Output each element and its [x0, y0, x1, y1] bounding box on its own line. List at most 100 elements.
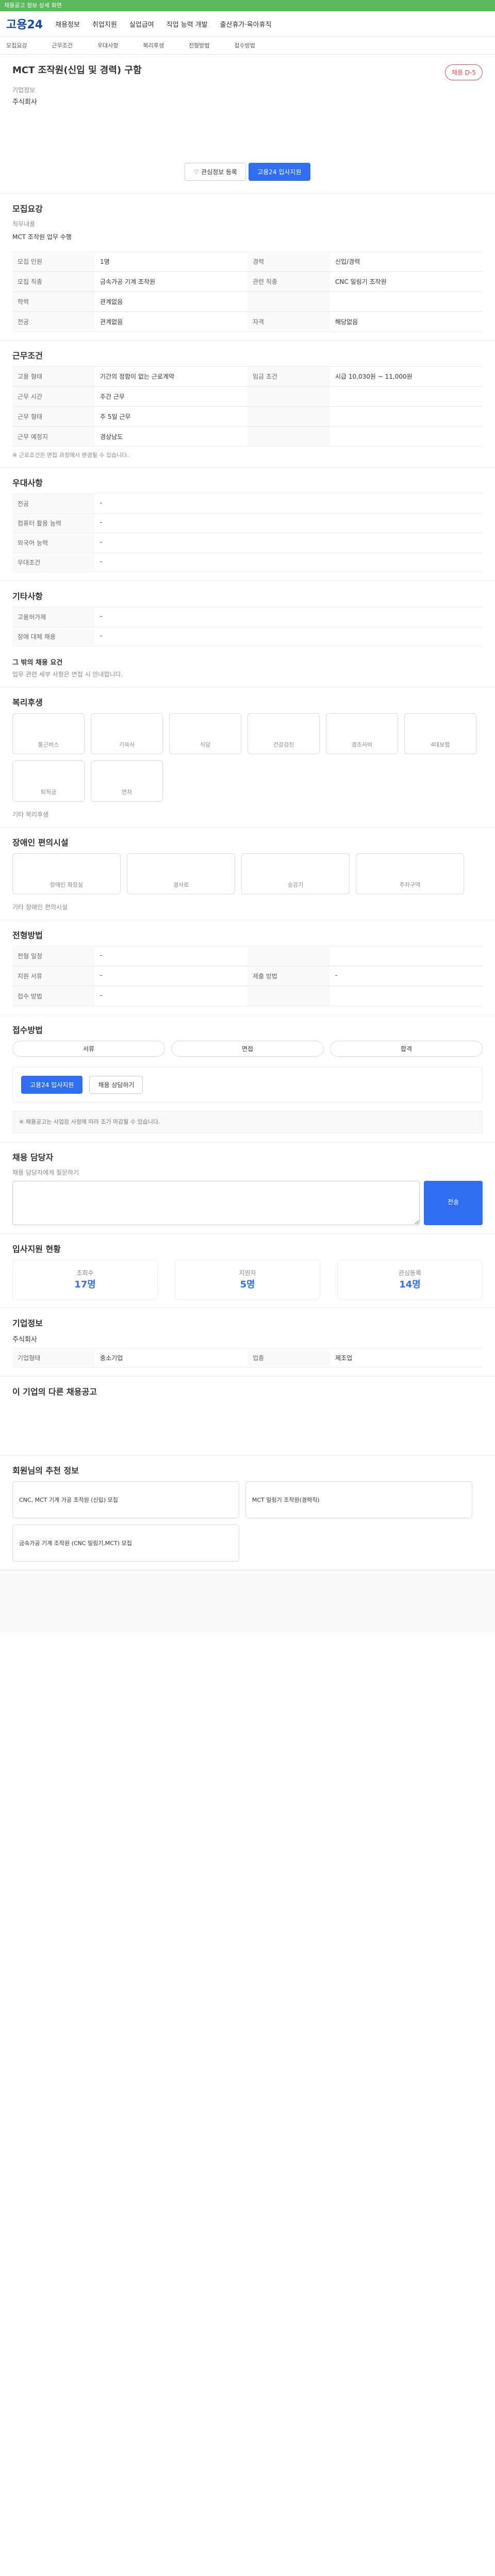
- recruit-value: 금속가공 기계 조작원: [95, 272, 248, 292]
- subnav-item-2[interactable]: 우대사항: [97, 41, 118, 49]
- job-title: MCT 조작원(신입 및 경력) 구함: [12, 65, 142, 76]
- etc-value: -: [95, 627, 483, 647]
- nav-item-0[interactable]: 채용정보: [55, 19, 80, 29]
- apply-button[interactable]: 고용24 입사지원: [21, 1076, 83, 1094]
- conditions-row-3: 근무 예정지 경상남도: [12, 427, 483, 447]
- welfare-other: 기타 복리후생: [12, 811, 49, 818]
- stat-label: 지원자: [239, 1269, 256, 1277]
- condition-value: 경상남도: [95, 427, 248, 447]
- etc-value: -: [95, 607, 483, 627]
- sub-nav: 모집요강 근무조건 우대사항 복리후생 전형방법 접수방법: [0, 37, 495, 55]
- subnav-item-1[interactable]: 근무조건: [52, 41, 72, 49]
- top-banner: 채용공고 정보 상세 화면: [0, 0, 495, 11]
- subnav-item-3[interactable]: 복리후생: [143, 41, 163, 49]
- company-section: 기업정보 주식회사 기업형태 중소기업 업종 제조업: [0, 1308, 495, 1377]
- recruit-value: 관계없음: [95, 292, 248, 312]
- condition-value: 시급 10,030원 ~ 11,000원: [330, 367, 483, 386]
- process-title: 전형방법: [12, 930, 43, 940]
- welfare-title: 복리후생: [12, 698, 43, 707]
- stat-favorites: 관심등록 14명: [337, 1259, 483, 1299]
- send-button[interactable]: 전송: [424, 1180, 483, 1225]
- recruit-key: 모집 직종: [12, 272, 95, 292]
- company-row: 기업형태 중소기업 업종 제조업: [12, 1347, 483, 1368]
- recommend-card[interactable]: CNC, MCT 기계 가공 조작원 (신입) 모집: [12, 1481, 239, 1518]
- favorite-button[interactable]: ♡ 관심정보 등록: [185, 163, 246, 181]
- recruit-row-0: 모집 인원 1명 경력 신입/경력: [12, 251, 483, 272]
- company-label: 기업정보: [12, 87, 36, 94]
- company-info-name[interactable]: 주식회사: [12, 1334, 483, 1344]
- facility-cards: 장애인 화장실 경사로 승강기 주차구역: [12, 853, 483, 894]
- process-key: 지원 서류: [12, 967, 95, 986]
- recruit-title: 모집요강: [12, 204, 43, 214]
- subnav-item-5[interactable]: 접수방법: [234, 41, 255, 49]
- condition-key: 근무 예정지: [12, 427, 95, 447]
- recruit-row-1: 모집 직종 금속가공 기계 조작원 관련 직종 CNC 밀링기 조작원: [12, 272, 483, 292]
- recruit-value: 해당없음: [330, 312, 483, 332]
- nav-item-1[interactable]: 취업지원: [92, 19, 117, 29]
- apply-button-top[interactable]: 고용24 입사지원: [249, 163, 310, 181]
- welfare-card: 기숙사: [91, 713, 163, 754]
- subnav-item-4[interactable]: 전형방법: [189, 41, 209, 49]
- stats-section: 입사지원 현황 조회수 17명 지원자 5명 관심등록 14명: [0, 1234, 495, 1308]
- recruit-key: 관련 직종: [248, 272, 330, 292]
- etc-title: 기타사항: [12, 591, 43, 601]
- stat-value: 14명: [399, 1279, 421, 1290]
- recruit-value: 1명: [95, 252, 248, 272]
- nav-item-2[interactable]: 실업급여: [129, 19, 154, 29]
- similar-title: 이 기업의 다른 채용공고: [12, 1386, 97, 1397]
- process-value: -: [95, 967, 248, 986]
- main-nav: 고용24 채용정보 취업지원 실업급여 직업 능력 개발 출산휴가·육아휴직: [0, 11, 495, 37]
- job-desc: MCT 조작원 업무 수행: [12, 233, 72, 241]
- recruit-row-3: 전공 관계없음 자격 해당없음: [12, 312, 483, 332]
- facility-other: 기타 장애인 편의시설: [12, 904, 68, 911]
- process-value: -: [95, 946, 248, 966]
- manager-contact-label: 채용 담당자에게 질문하기: [12, 1168, 79, 1176]
- question-input[interactable]: [12, 1180, 420, 1225]
- nav-item-4[interactable]: 출산휴가·육아휴직: [220, 19, 272, 29]
- preference-key: 컴퓨터 활용 능력: [12, 514, 95, 533]
- stats-title: 입사지원 현황: [12, 1244, 61, 1254]
- stat-value: 5명: [240, 1279, 255, 1290]
- etc-row: 고용허가제 - 장애 대체 채용 -: [12, 607, 483, 647]
- preference-value: -: [95, 533, 483, 553]
- condition-key: [248, 387, 330, 406]
- logo[interactable]: 고용24: [6, 15, 43, 32]
- nav-item-3[interactable]: 직업 능력 개발: [167, 19, 208, 29]
- etc-heading: 그 밖의 채용 요건: [12, 659, 63, 667]
- apply-step: 면접: [171, 1041, 324, 1057]
- stat-applicants: 지원자 5명: [175, 1259, 320, 1299]
- similar-section: 이 기업의 다른 채용공고: [0, 1377, 495, 1455]
- manager-title: 채용 담당자: [12, 1152, 54, 1162]
- process-key: 전형 일정: [12, 946, 95, 966]
- preference-value: -: [95, 494, 483, 514]
- facility-card: 주차구역: [356, 853, 464, 894]
- recruit-row-2: 학력 관계없음: [12, 292, 483, 312]
- etc-section: 기타사항 고용허가제 - 장애 대체 채용 - 그 밖의 채용 요건 업무 관련…: [0, 581, 495, 687]
- welfare-cards: 통근버스 기숙사 식당 건강검진 경조사비 4대보험 퇴직금 연차: [12, 713, 483, 802]
- welfare-card: 4대보험: [404, 713, 476, 754]
- subnav-item-0[interactable]: 모집요강: [6, 41, 27, 49]
- condition-key: [248, 427, 330, 447]
- preference-value: -: [95, 514, 483, 533]
- welfare-card: 퇴직금: [12, 760, 85, 802]
- preference-section: 우대사항 전공 - 컴퓨터 활용 능력 - 외국어 능력 - 우대조건 -: [0, 468, 495, 581]
- condition-key: 근무 시간: [12, 387, 95, 406]
- process-key: [248, 946, 330, 966]
- recommend-title: 회원님의 추천 정보: [12, 1465, 79, 1476]
- recommend-card[interactable]: 금속가공 기계 조작원 (CNC 밀링기,MCT) 모집: [12, 1524, 239, 1562]
- facility-section: 장애인 편의시설 장애인 화장실 경사로 승강기 주차구역 기타 장애인 편의시…: [0, 827, 495, 920]
- apply-section: 접수방법 서류 면접 합격 고용24 입사지원 채용 상담하기 ※ 채용공고는 …: [0, 1015, 495, 1142]
- company-name[interactable]: 주식회사: [12, 96, 483, 106]
- condition-key: [248, 407, 330, 427]
- preference-key: 전공: [12, 494, 95, 514]
- conditions-row-2: 근무 형태 주 5일 근무: [12, 406, 483, 427]
- condition-value: [330, 427, 483, 447]
- condition-value: 주간 근무: [95, 387, 248, 406]
- recruit-key: 모집 인원: [12, 252, 95, 272]
- preference-row: 전공 - 컴퓨터 활용 능력 - 외국어 능력 - 우대조건 -: [12, 494, 483, 572]
- recommend-card[interactable]: MCT 밀링기 조작원(경력직): [245, 1481, 472, 1518]
- recruit-section: 모집요강 직무내용 MCT 조작원 업무 수행 모집 인원 1명 경력 신입/경…: [0, 194, 495, 341]
- consult-button[interactable]: 채용 상담하기: [89, 1076, 143, 1094]
- etc-key: 고용허가제: [12, 607, 95, 627]
- welfare-card: 건강검진: [248, 713, 320, 754]
